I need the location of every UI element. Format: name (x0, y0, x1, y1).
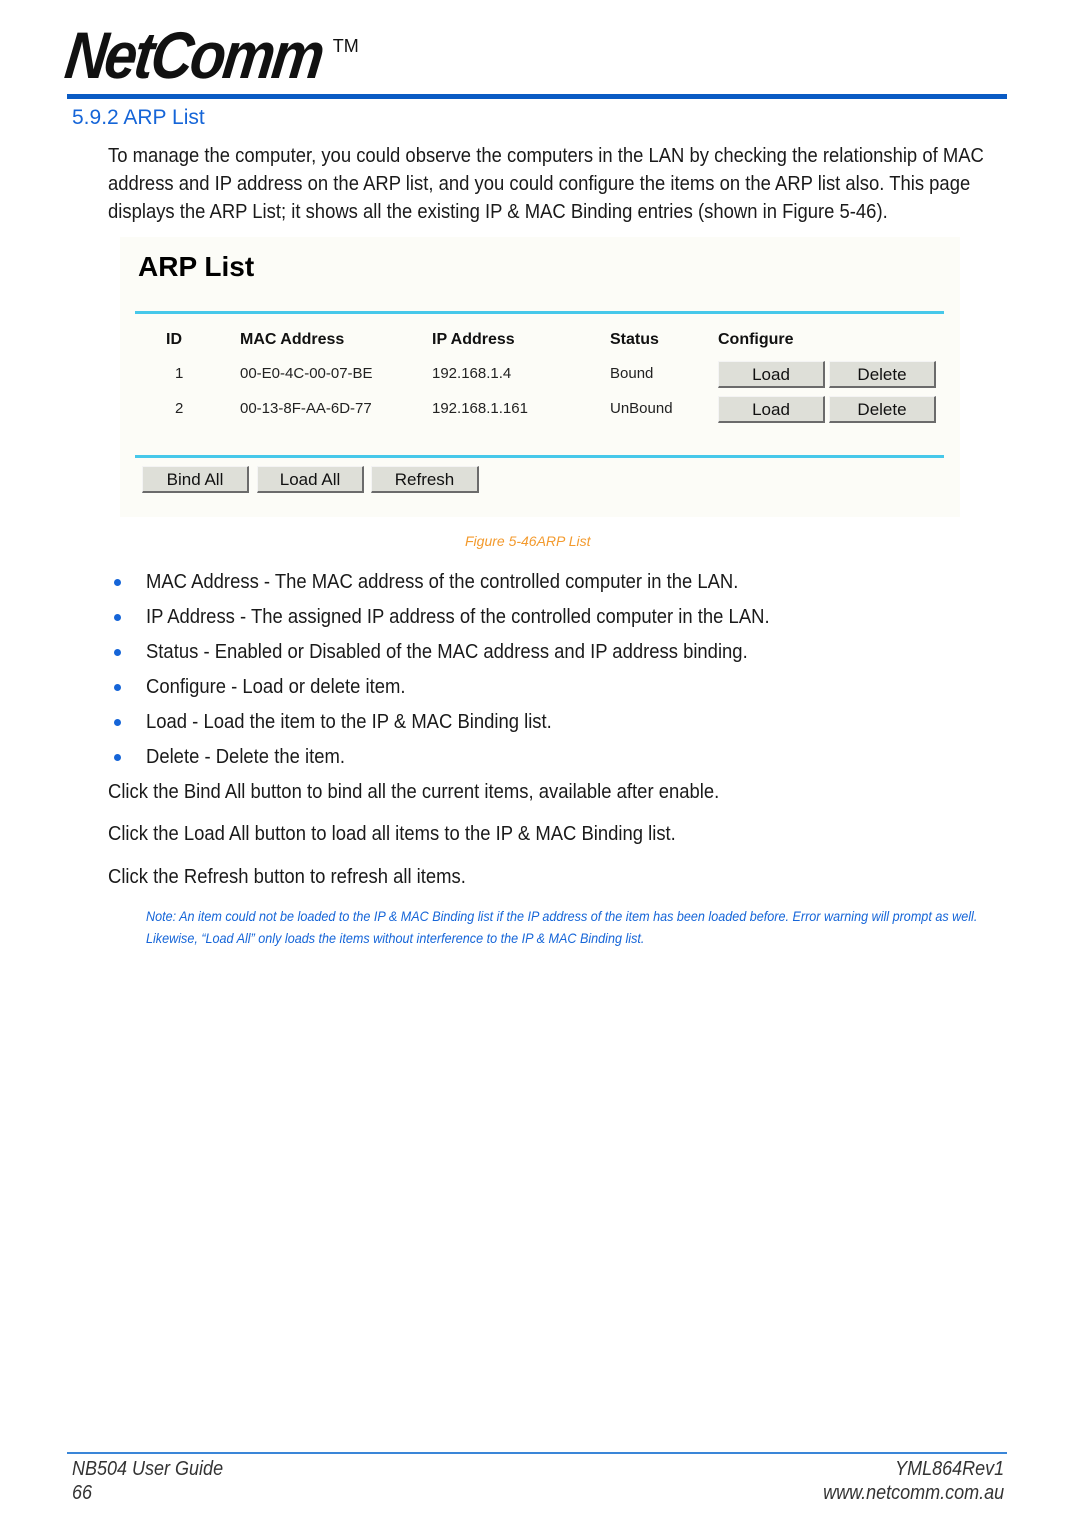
list-item: IP Address - The assigned IP address of … (108, 603, 1008, 638)
paragraph-bind-all: Click the Bind All button to bind all th… (108, 780, 720, 803)
logo-text: NetComm (61, 18, 327, 92)
footer-guide-name: NB504 User Guide (72, 1458, 224, 1480)
bullet-term: IP Address (146, 605, 235, 628)
bullet-term: Configure (146, 675, 227, 698)
bullet-term: Status (146, 640, 199, 663)
field-descriptions: MAC Address - The MAC address of the con… (108, 568, 1008, 778)
bullet-desc: - Delete the item. (199, 745, 345, 768)
footer-page-number: 66 (72, 1482, 93, 1504)
footer-divider (67, 1452, 1007, 1454)
delete-button[interactable]: Delete (829, 396, 936, 423)
bullet-desc: - Load or delete item. (226, 675, 406, 698)
load-button[interactable]: Load (718, 361, 825, 388)
arp-list-figure: ARP List ID MAC Address IP Address Statu… (120, 237, 960, 517)
bullet-icon (114, 684, 121, 691)
row-mac: 00-E0-4C-00-07-BE (240, 365, 373, 382)
row-status: UnBound (610, 400, 673, 417)
row-ip: 192.168.1.4 (432, 365, 512, 382)
bullet-desc: - Load the item to the IP & MAC Binding … (187, 710, 552, 733)
footer-revision: YML864Rev1 (894, 1458, 1004, 1480)
figure-caption: Figure 5-46ARP List (465, 533, 591, 549)
bullet-icon (114, 614, 121, 621)
list-item: Delete - Delete the item. (108, 743, 1008, 778)
footer-url: www.netcomm.com.au (822, 1482, 1004, 1504)
load-all-button[interactable]: Load All (257, 466, 364, 493)
figure-title: ARP List (138, 251, 255, 282)
bullet-term: Delete (146, 745, 200, 768)
list-item: MAC Address - The MAC address of the con… (108, 568, 1008, 603)
paragraph-load-all: Click the Load All button to load all it… (108, 822, 676, 845)
trademark-symbol: TM (332, 36, 359, 56)
bullet-desc: - Enabled or Disabled of the MAC address… (198, 640, 748, 663)
row-ip: 192.168.1.161 (432, 400, 528, 417)
row-id: 2 (175, 400, 184, 417)
list-item: Status - Enabled or Disabled of the MAC … (108, 638, 1008, 673)
refresh-button[interactable]: Refresh (371, 466, 479, 493)
bullet-icon (114, 649, 121, 656)
bullet-term: Load (146, 710, 188, 733)
column-header-ip: IP Address (432, 331, 515, 348)
column-header-configure: Configure (718, 331, 794, 348)
bullet-term: MAC Address (146, 570, 259, 593)
delete-button[interactable]: Delete (829, 361, 936, 388)
header-divider (67, 94, 1007, 99)
bullet-desc: - The MAC address of the controlled comp… (258, 570, 739, 593)
list-item: Load - Load the item to the IP & MAC Bin… (108, 708, 1008, 743)
bullet-icon (114, 754, 121, 761)
list-item: Configure - Load or delete item. (108, 673, 1008, 708)
figure-divider-top (135, 311, 944, 314)
column-header-id: ID (166, 331, 182, 348)
bullet-icon (114, 579, 121, 586)
load-button[interactable]: Load (718, 396, 825, 423)
row-status: Bound (610, 365, 654, 382)
paragraph-refresh: Click the Refresh button to refresh all … (108, 865, 466, 888)
intro-paragraph: To manage the computer, you could observ… (108, 144, 984, 223)
note-text: Note: An item could not be loaded to the… (146, 908, 978, 946)
bullet-desc: - The assigned IP address of the control… (234, 605, 770, 628)
bind-all-button[interactable]: Bind All (142, 466, 249, 493)
column-header-mac: MAC Address (240, 331, 345, 348)
row-id: 1 (175, 365, 184, 382)
section-title: 5.9.2 ARP List (72, 106, 205, 129)
bullet-icon (114, 719, 121, 726)
column-header-status: Status (610, 331, 659, 348)
row-mac: 00-13-8F-AA-6D-77 (240, 400, 372, 417)
netcomm-logo: NetComm TM (61, 18, 359, 92)
figure-divider-bottom (135, 455, 944, 458)
